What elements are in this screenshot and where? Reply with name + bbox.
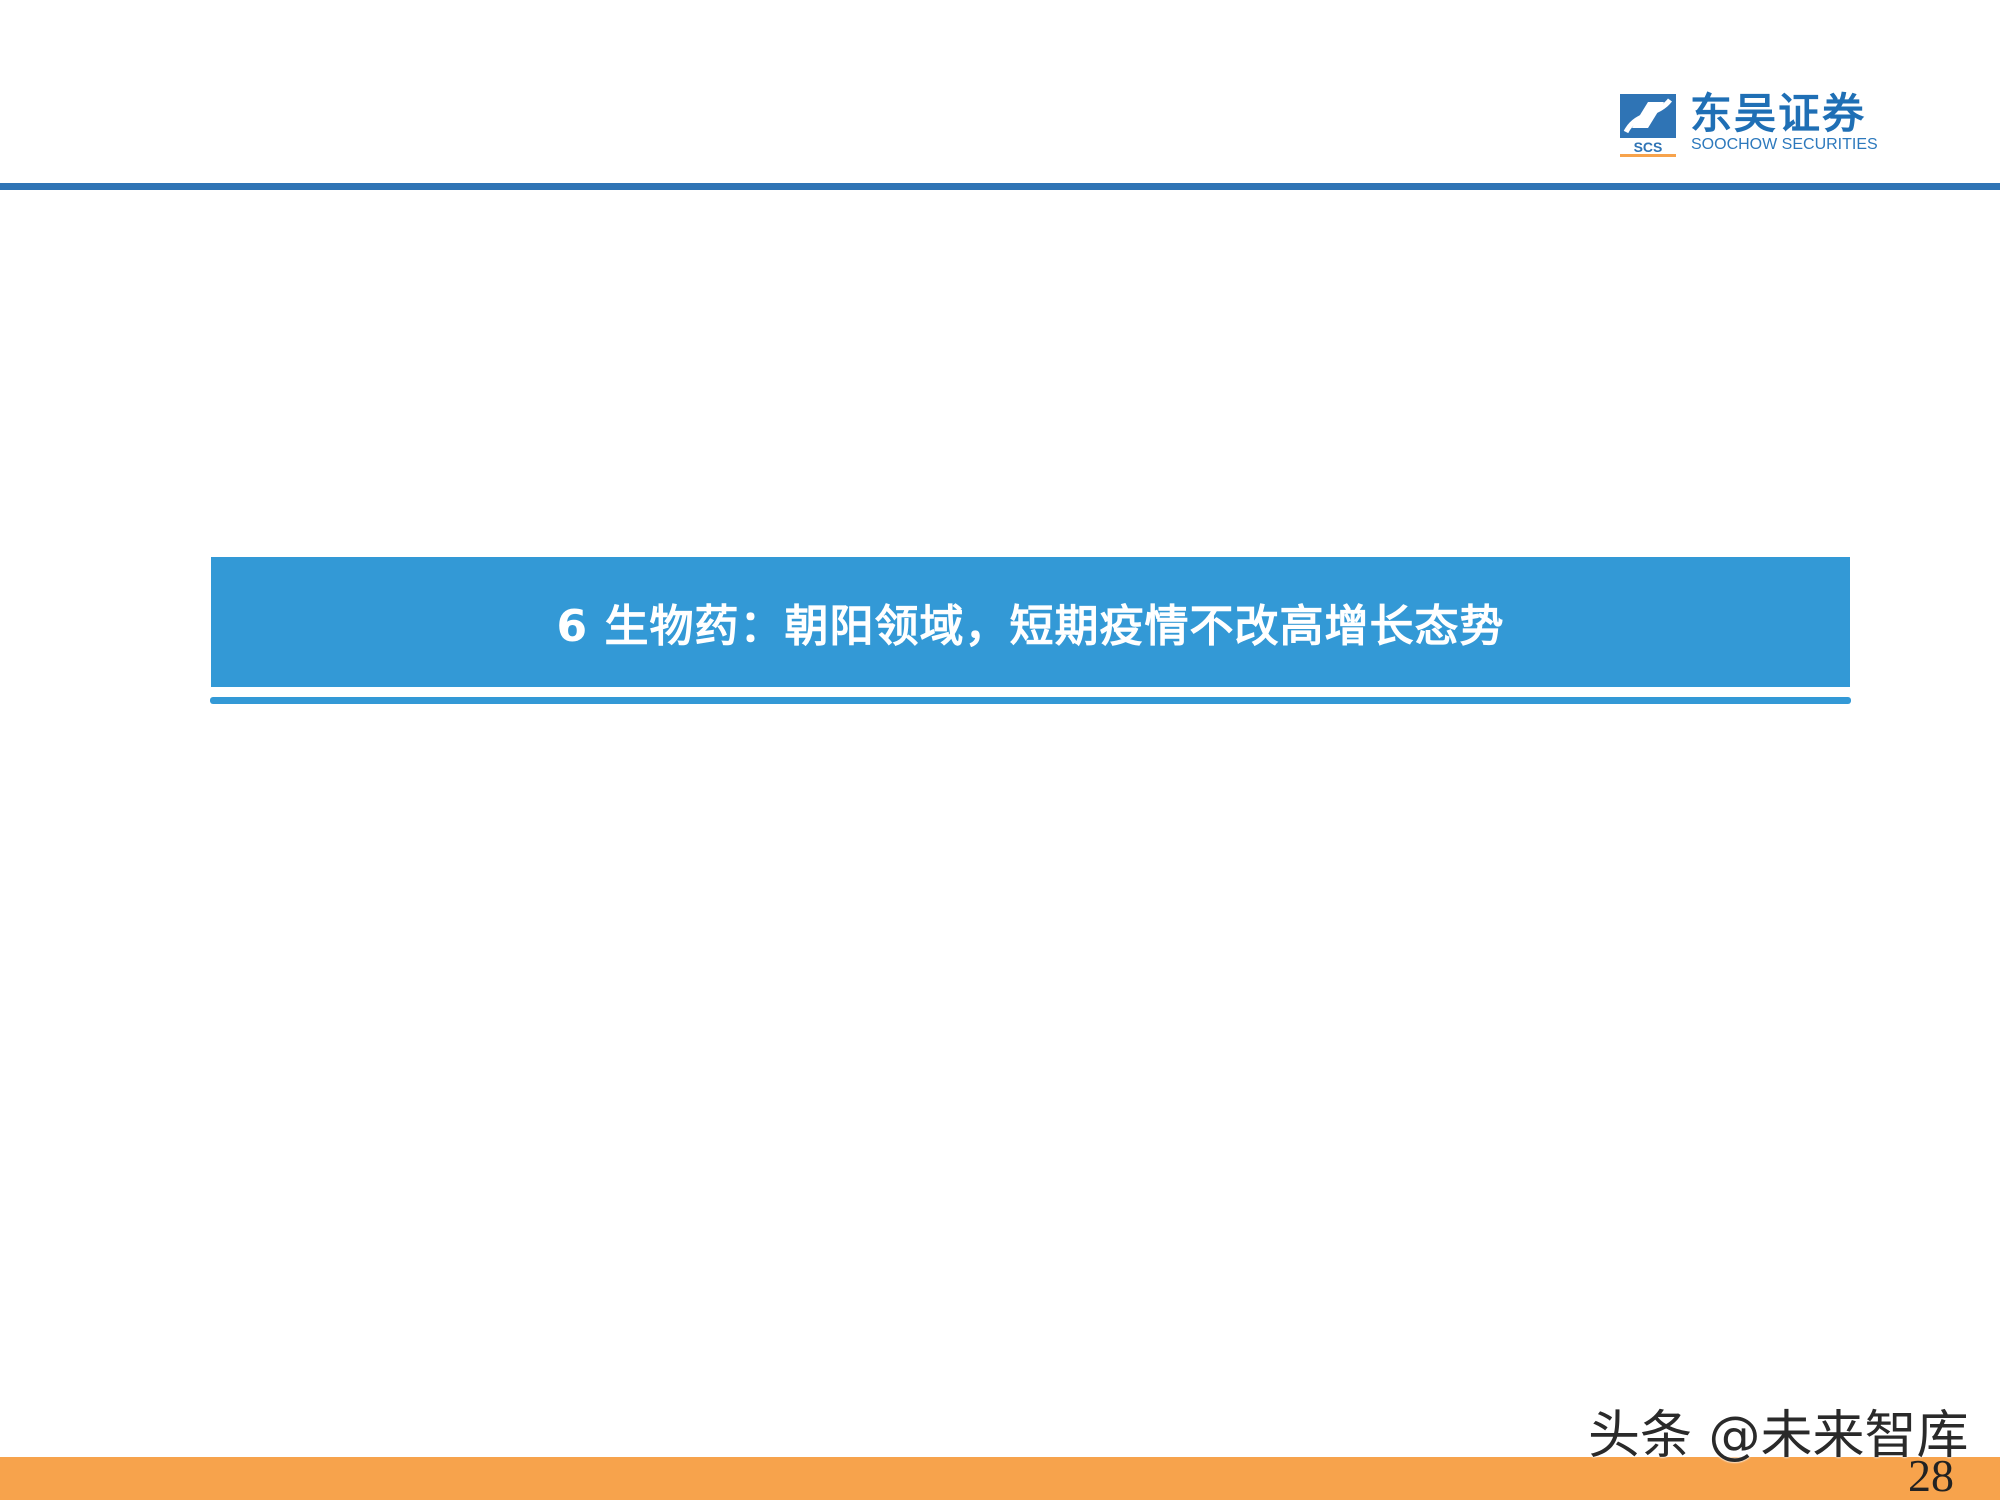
slide: SCS 东吴证券 SOOCHOW SECURITIES 6 生物药：朝阳领域，短…: [0, 0, 2000, 1500]
svg-text:SCS: SCS: [1634, 139, 1663, 155]
scs-logo-icon: SCS: [1620, 94, 1676, 157]
logo-english-name: SOOCHOW SECURITIES: [1691, 136, 1878, 153]
header-divider: [0, 183, 2000, 190]
section-banner: 6 生物药：朝阳领域，短期疫情不改高增长态势: [211, 557, 1850, 687]
soochow-securities-logo: SCS 东吴证券 SOOCHOW SECURITIES: [1618, 89, 1898, 158]
page-number: 28: [1908, 1450, 1954, 1501]
section-title: 6 生物药：朝阳领域，短期疫情不改高增长态势: [556, 601, 1505, 652]
logo-chinese-name: 东吴证券: [1690, 89, 1867, 138]
banner-underline: [210, 697, 1851, 704]
